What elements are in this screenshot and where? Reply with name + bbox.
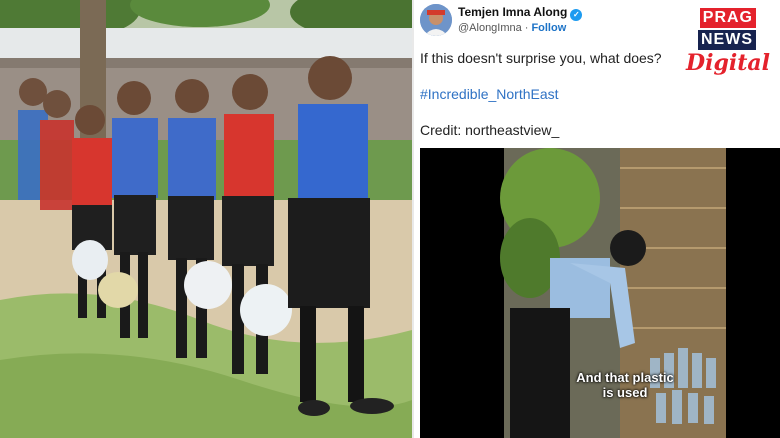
- display-name[interactable]: Temjen Imna Along ✓: [458, 5, 583, 21]
- logo-news: NEWS: [698, 30, 756, 50]
- tweet-text: If this doesn't surprise you, what does?: [420, 50, 662, 66]
- follow-button[interactable]: Follow: [531, 22, 566, 34]
- display-name-text: Temjen Imna Along: [458, 5, 568, 19]
- video-caption-line1: And that plastic: [576, 370, 674, 385]
- user-handle[interactable]: @AlongImna: [458, 22, 522, 34]
- schoolchildren-illustration: [0, 0, 412, 438]
- hashtag-link[interactable]: #Incredible_NorthEast: [420, 86, 559, 102]
- credit-text: Credit: northeastview_: [420, 122, 560, 138]
- video-caption-line2: is used: [602, 385, 648, 400]
- video-player[interactable]: And that plastic is used: [420, 148, 780, 438]
- video-caption: And that plastic is used: [550, 370, 700, 400]
- prag-news-logo: PRAG NEWS Digital: [660, 6, 772, 82]
- verified-badge-icon: ✓: [570, 9, 583, 21]
- logo-digital: Digital: [686, 50, 770, 76]
- separator-dot: ·: [524, 22, 529, 34]
- avatar-icon: [420, 4, 452, 36]
- tweet-card: Temjen Imna Along ✓ @AlongImna · Follow PRA…: [414, 0, 780, 438]
- logo-prag: PRAG: [699, 8, 756, 28]
- schoolchildren-photo: [0, 0, 412, 438]
- profile-avatar[interactable]: [420, 4, 452, 36]
- handle-row: @AlongImna · Follow: [458, 22, 566, 34]
